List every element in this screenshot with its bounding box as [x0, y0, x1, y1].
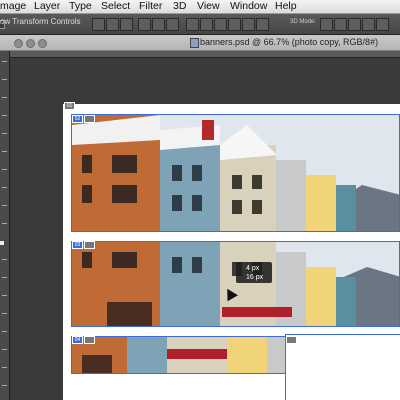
eyedropper-tool[interactable] — [2, 151, 7, 152]
psd-document-icon — [190, 38, 199, 48]
blur-tool[interactable] — [2, 277, 7, 278]
move-offset-tooltip: 4 px 16 px — [236, 262, 272, 283]
slice-badge-empty[interactable] — [286, 336, 297, 344]
align-right-icon[interactable] — [166, 18, 179, 31]
quick-select-tool[interactable] — [2, 115, 7, 116]
transform-controls-label: ow Transform Controls — [0, 17, 81, 26]
slice-link-icon-2[interactable] — [84, 241, 95, 249]
village-photo-3 — [72, 337, 285, 373]
brush-tool[interactable] — [2, 187, 7, 188]
distribute-hcenter-icon[interactable] — [242, 18, 255, 31]
slice-badge-3[interactable]: 04 — [72, 336, 83, 344]
minimize-window-icon[interactable] — [26, 39, 35, 48]
stamp-tool[interactable] — [2, 205, 7, 206]
slice-link-icon-3[interactable] — [84, 336, 95, 344]
village-photo-1 — [72, 115, 399, 231]
hand-tool[interactable] — [2, 385, 7, 386]
banner-slice-3[interactable] — [71, 336, 286, 374]
distribute-top-icon[interactable] — [186, 18, 199, 31]
slice-link-icon-1[interactable] — [84, 115, 95, 123]
tools-panel — [0, 51, 10, 400]
options-bar: ow Transform Controls 3D Mode: — [0, 14, 400, 35]
menu-type[interactable]: Type — [69, 0, 92, 13]
distribute-vcenter-icon[interactable] — [200, 18, 213, 31]
menu-window[interactable]: Window — [230, 0, 267, 13]
slice-badge-1[interactable]: 02 — [72, 115, 83, 123]
healing-tool[interactable] — [2, 169, 7, 170]
slice-badge-top[interactable]: 01 — [64, 102, 75, 110]
3d-mode-label: 3D Mode: — [290, 19, 317, 25]
align-top-icon[interactable] — [92, 18, 105, 31]
history-brush-tool[interactable] — [2, 223, 7, 224]
zoom-window-icon[interactable] — [38, 39, 47, 48]
menu-3d[interactable]: 3D — [173, 0, 186, 13]
slice-guide-horizontal — [285, 334, 400, 335]
close-window-icon[interactable] — [14, 39, 23, 48]
gradient-tool[interactable] — [2, 259, 7, 260]
menu-filter[interactable]: Filter — [139, 0, 162, 13]
eraser-tool[interactable] — [0, 241, 4, 245]
menu-layer[interactable]: Layer — [34, 0, 60, 13]
banner-slice-2[interactable] — [71, 241, 400, 327]
tooltip-dx: 4 px — [246, 265, 260, 272]
align-vcenter-icon[interactable] — [106, 18, 119, 31]
tooltip-dy: 16 px — [246, 274, 264, 281]
crop-tool[interactable] — [2, 133, 7, 134]
document-title: banners.psd @ 66.7% (photo copy, RGB/8#) — [200, 37, 379, 47]
3d-slide-icon[interactable] — [362, 18, 375, 31]
3d-rotate-icon[interactable] — [320, 18, 333, 31]
align-left-icon[interactable] — [138, 18, 151, 31]
document-title-bar: banners.psd @ 66.7% (photo copy, RGB/8#) — [0, 35, 400, 51]
lasso-tool[interactable] — [2, 97, 7, 98]
3d-scale-icon[interactable] — [376, 18, 389, 31]
menu-select[interactable]: Select — [101, 0, 130, 13]
path-select-tool[interactable] — [2, 349, 7, 350]
3d-drag-icon[interactable] — [348, 18, 361, 31]
marquee-tool[interactable] — [2, 79, 7, 80]
menu-bar: mage Layer Type Select Filter 3D View Wi… — [0, 0, 400, 14]
3d-roll-icon[interactable] — [334, 18, 347, 31]
type-tool[interactable] — [2, 331, 7, 332]
align-bottom-icon[interactable] — [120, 18, 133, 31]
menu-image[interactable]: mage — [0, 0, 26, 13]
move-tool[interactable] — [2, 61, 7, 62]
pen-tool[interactable] — [2, 313, 7, 314]
align-hcenter-icon[interactable] — [152, 18, 165, 31]
banner-slice-1[interactable] — [71, 114, 400, 232]
menu-view[interactable]: View — [197, 0, 220, 13]
distribute-left-icon[interactable] — [228, 18, 241, 31]
village-photo-2 — [72, 242, 399, 326]
distribute-bottom-icon[interactable] — [214, 18, 227, 31]
distribute-right-icon[interactable] — [256, 18, 269, 31]
slice-badge-2[interactable]: 03 — [72, 241, 83, 249]
horizontal-ruler[interactable] — [10, 51, 400, 58]
shape-tool[interactable] — [2, 367, 7, 368]
menu-help[interactable]: Help — [275, 0, 297, 13]
dodge-tool[interactable] — [2, 295, 7, 296]
